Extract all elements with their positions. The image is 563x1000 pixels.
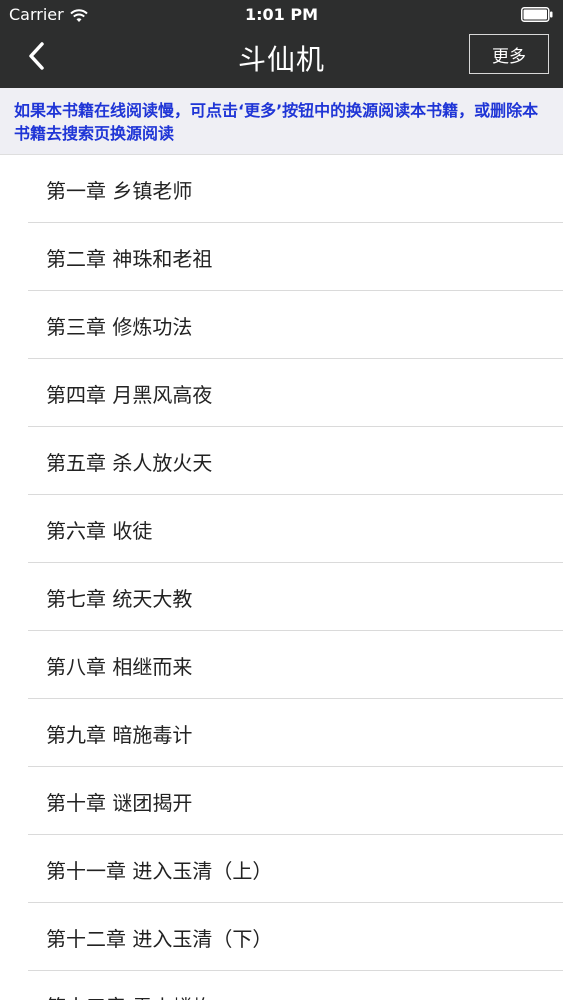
status-time: 1:01 PM — [244, 5, 318, 24]
chapter-item[interactable]: 第十三章 雷山嶙峋 — [0, 971, 563, 1000]
chapter-item[interactable]: 第六章 收徒 — [0, 495, 563, 563]
chapter-item[interactable]: 第十一章 进入玉清（上） — [0, 835, 563, 903]
chapter-item[interactable]: 第五章 杀人放火天 — [0, 427, 563, 495]
screen: Carrier 1:01 PM 斗仙机 更多 如果本书籍在线阅读慢，可点击‘更多… — [0, 0, 563, 1000]
chapter-item[interactable]: 第三章 修炼功法 — [0, 291, 563, 359]
chapter-item[interactable]: 第一章 乡镇老师 — [0, 155, 563, 223]
chapter-item[interactable]: 第八章 相继而来 — [0, 631, 563, 699]
chapter-item[interactable]: 第二章 神珠和老祖 — [0, 223, 563, 291]
chapter-item[interactable]: 第十章 谜团揭开 — [0, 767, 563, 835]
chapter-list: 第一章 乡镇老师 第二章 神珠和老祖 第三章 修炼功法 第四章 月黑风高夜 第五… — [0, 155, 563, 1000]
chapter-item[interactable]: 第四章 月黑风高夜 — [0, 359, 563, 427]
top-bar: Carrier 1:01 PM 斗仙机 更多 — [0, 0, 563, 88]
chapter-item[interactable]: 第七章 统天大教 — [0, 563, 563, 631]
notice-banner: 如果本书籍在线阅读慢，可点击‘更多’按钮中的换源阅读本书籍，或删除本书籍去搜索页… — [0, 88, 563, 155]
battery-icon — [521, 7, 553, 22]
chapter-item[interactable]: 第十二章 进入玉清（下） — [0, 903, 563, 971]
chapter-item[interactable]: 第九章 暗施毒计 — [0, 699, 563, 767]
navigation-bar: 斗仙机 更多 — [0, 30, 563, 88]
more-button[interactable]: 更多 — [469, 34, 549, 74]
status-bar: Carrier 1:01 PM — [0, 0, 563, 30]
